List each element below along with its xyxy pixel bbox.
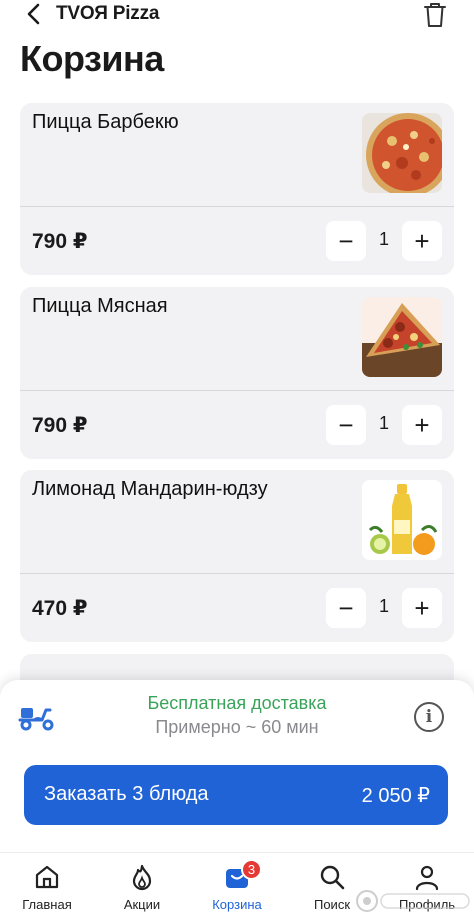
chevron-left-icon	[27, 3, 40, 25]
cart-item: Пицца Мясная 790 ₽ − 1 +	[20, 287, 454, 459]
flame-icon	[132, 864, 152, 891]
info-icon[interactable]: i	[414, 702, 444, 732]
quantity-value: 1	[378, 413, 389, 433]
home-icon	[35, 865, 59, 889]
item-price: 790 ₽	[32, 414, 88, 437]
order-button-label: Заказать 3 блюда	[44, 783, 209, 805]
delivery-time: Примерно ~ 60 мин	[155, 717, 319, 737]
clear-cart-button[interactable]	[422, 0, 448, 30]
cart-badge: 3	[241, 859, 262, 880]
delivery-title: Бесплатная доставка	[147, 693, 327, 713]
item-image-lemonade-bottle[interactable]	[362, 480, 442, 560]
tab-label: Корзина	[212, 897, 262, 912]
search-icon	[320, 865, 345, 890]
item-price: 470 ₽	[32, 597, 88, 620]
order-summary-sheet: Бесплатная доставка Примерно ~ 60 мин i …	[0, 680, 474, 860]
tab-label: Акции	[123, 897, 161, 912]
item-image-bbq-pizza[interactable]	[362, 113, 442, 193]
quantity-value: 1	[378, 596, 389, 616]
item-name: Пицца Мясная	[32, 295, 168, 317]
tab-label: Главная	[22, 897, 72, 912]
increase-button[interactable]: +	[402, 221, 442, 261]
item-name: Пицца Барбекю	[32, 111, 179, 133]
item-image-meat-pizza[interactable]	[362, 297, 442, 377]
cart-screen: TVОЯ Pizza Корзина Пицца Барбекю 790 ₽ −…	[0, 0, 474, 923]
quantity-stepper: − 1 +	[326, 221, 442, 261]
quantity-stepper: − 1 +	[326, 588, 442, 628]
decrease-button[interactable]: −	[326, 221, 366, 261]
back-button[interactable]	[22, 2, 46, 26]
order-total: 2 050 ₽	[361, 785, 430, 807]
quantity-value: 1	[378, 229, 389, 249]
decrease-button[interactable]: −	[326, 588, 366, 628]
decrease-button[interactable]: −	[326, 405, 366, 445]
order-button[interactable]: Заказать 3 блюда 2 050 ₽	[24, 765, 448, 825]
top-bar: TVОЯ Pizza	[0, 0, 474, 30]
increase-button[interactable]: +	[402, 405, 442, 445]
trash-icon	[424, 3, 446, 27]
tab-cart[interactable]: 3 Корзина	[202, 859, 272, 919]
tab-home[interactable]: Главная	[12, 863, 82, 919]
tab-promotions[interactable]: Акции	[107, 863, 177, 919]
divider	[20, 390, 454, 391]
divider	[20, 573, 454, 574]
cart-item: Лимонад Мандарин-юдзу 470 ₽ − 1 +	[20, 470, 454, 642]
divider	[20, 206, 454, 207]
increase-button[interactable]: +	[402, 588, 442, 628]
page-title: Корзина	[20, 38, 164, 79]
cart-item: Пицца Барбекю 790 ₽ − 1 +	[20, 103, 454, 275]
item-price: 790 ₽	[32, 230, 88, 253]
app-title: TVОЯ Pizza	[56, 3, 160, 24]
item-name: Лимонад Мандарин-юдзу	[32, 478, 268, 500]
quantity-stepper: − 1 +	[326, 405, 442, 445]
watermark-logo	[355, 886, 473, 916]
